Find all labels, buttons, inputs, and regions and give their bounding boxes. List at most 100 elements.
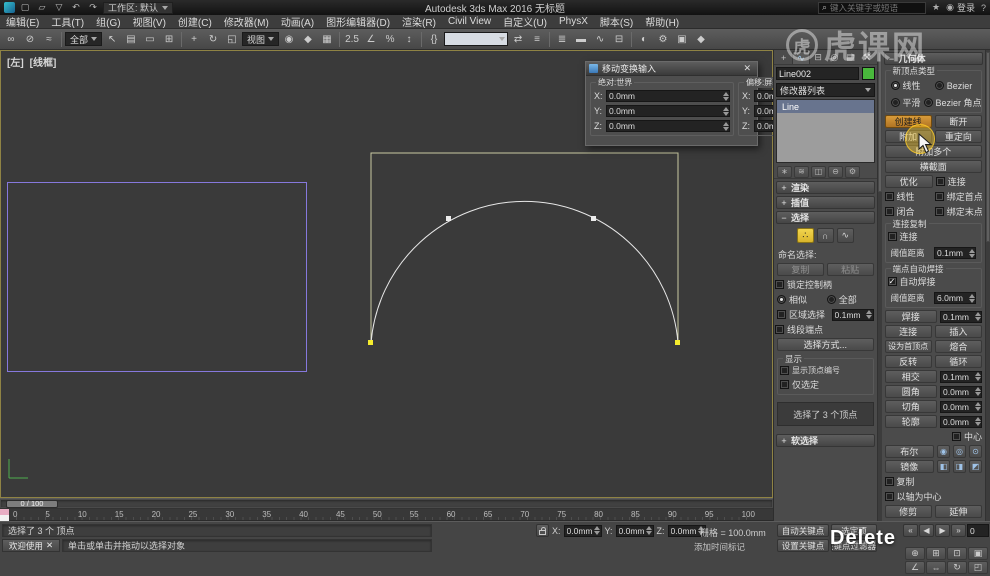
selection-lock-toggle[interactable] — [536, 524, 549, 537]
spinner-down-icon[interactable] — [974, 392, 981, 397]
tab-hierarchy[interactable]: ⊟ — [811, 51, 826, 64]
remove-modifier-icon[interactable]: ⊖ — [828, 165, 843, 178]
play-button[interactable]: ▶ — [935, 524, 950, 537]
bind-last-checkbox[interactable]: 绑定末点 — [934, 205, 982, 218]
go-to-start-button[interactable]: « — [903, 524, 918, 537]
mirror-icon[interactable]: ⇄ — [509, 31, 527, 48]
boolean-intersect-icon[interactable]: ⊙ — [969, 445, 983, 458]
open-file-icon[interactable]: ▱ — [35, 2, 49, 14]
spinner-down-icon[interactable] — [722, 111, 729, 116]
chamfer-button[interactable]: 切角 — [884, 400, 938, 413]
pin-stack-icon[interactable]: ∗ — [777, 165, 792, 178]
menu-item[interactable]: 组(G) — [90, 15, 126, 29]
copy-named-selection-button[interactable]: 复制 — [777, 263, 824, 276]
zoom-button[interactable]: ⊕ — [905, 547, 925, 560]
menu-item[interactable]: 渲染(R) — [396, 15, 442, 29]
dialog-title-bar[interactable]: 移动变换输入 ✕ — [586, 62, 757, 76]
spline-subobject-button[interactable]: ∿ — [836, 228, 854, 243]
layer-manager-icon[interactable]: ≣ — [553, 31, 571, 48]
select-and-link-icon[interactable]: ∞ — [2, 31, 20, 48]
boolean-union-icon[interactable]: ◉ — [937, 445, 951, 458]
scrollbar-thumb[interactable] — [986, 52, 990, 242]
spinner-down-icon[interactable] — [646, 531, 653, 536]
align-icon[interactable]: ≡ — [528, 31, 546, 48]
selected-only-checkbox[interactable]: 仅选定 — [780, 378, 871, 391]
search-input[interactable] — [830, 2, 923, 13]
new-file-icon[interactable]: ▢ — [18, 2, 32, 14]
show-end-result-icon[interactable]: ≋ — [794, 165, 809, 178]
edit-named-selection-sets-icon[interactable]: {} — [425, 31, 443, 48]
selection-filter-dropdown[interactable]: 全部 — [65, 32, 103, 46]
closed-checkbox[interactable]: 闭合 — [884, 205, 932, 218]
lock-handles-checkbox[interactable]: 锁定控制柄 — [775, 278, 876, 291]
named-selection-sets-dropdown[interactable] — [444, 32, 509, 46]
keyboard-shortcut-override-icon[interactable]: ▦ — [318, 31, 336, 48]
close-icon[interactable]: ✕ — [740, 63, 754, 74]
menu-item[interactable]: 编辑(E) — [0, 15, 45, 29]
rollout-selection[interactable]: − 选择 — [776, 211, 875, 224]
scrollbar-thumb[interactable] — [877, 52, 882, 192]
schematic-view-icon[interactable]: ⊟ — [610, 31, 628, 48]
mirror-vertical-icon[interactable]: ◨ — [953, 460, 967, 473]
maxscript-mini-listener[interactable] — [0, 509, 9, 521]
auto-weld-checkbox[interactable]: ✓ 自动焊接 — [887, 275, 980, 288]
spinner-down-icon[interactable] — [974, 422, 981, 427]
move-transform-typein-dialog[interactable]: 移动变换输入 ✕ 绝对:世界 X: Y: Z: 偏移:屏幕 X: Y: Z: — [585, 61, 882, 146]
use-pivot-center-icon[interactable]: ◉ — [280, 31, 298, 48]
trim-button[interactable]: 修剪 — [884, 505, 932, 518]
mirror-horizontal-icon[interactable]: ◧ — [937, 460, 951, 473]
mirror-copy-checkbox[interactable]: 复制 — [884, 475, 983, 488]
show-vertex-numbers-checkbox[interactable]: 显示顶点编号 — [780, 365, 871, 376]
select-by-button[interactable]: 选择方式... — [777, 338, 874, 351]
spinner-down-icon[interactable] — [974, 407, 981, 412]
spline-end-vertex[interactable] — [675, 340, 680, 345]
spinner-down-icon[interactable] — [974, 377, 981, 382]
unlink-selection-icon[interactable]: ⊘ — [21, 31, 39, 48]
window-crossing-icon[interactable]: ⊞ — [160, 31, 178, 48]
spinner-down-icon[interactable] — [968, 253, 975, 258]
menu-item[interactable]: 创建(C) — [172, 15, 218, 29]
spinner-down-icon[interactable] — [866, 315, 873, 320]
center-checkbox[interactable]: 中心 — [952, 430, 982, 443]
snaps-toggle-button[interactable]: 2.5 — [343, 31, 361, 48]
rollout-soft-selection[interactable]: + 软选择 — [776, 434, 875, 447]
rendered-frame-window-icon[interactable]: ▣ — [673, 31, 691, 48]
material-editor-icon[interactable]: ◐ — [635, 31, 653, 48]
tab-motion[interactable]: ◎ — [827, 51, 842, 64]
add-time-tag[interactable]: 添加时间标记 — [694, 541, 745, 553]
object-name-field[interactable] — [776, 67, 859, 80]
reverse-button[interactable]: 反转 — [884, 355, 932, 368]
spinner-snap-icon[interactable]: ↕ — [400, 31, 418, 48]
tab-create[interactable]: + — [776, 51, 791, 64]
cross-insert-button[interactable]: 相交 — [884, 370, 938, 383]
field-of-view-button[interactable]: ∠ — [905, 561, 925, 574]
viewport-view-label[interactable]: [左] — [7, 54, 24, 69]
spline-vertex[interactable] — [591, 216, 596, 221]
sign-in-button[interactable]: ◉ 登录 — [946, 1, 975, 14]
spinner-down-icon[interactable] — [974, 317, 981, 322]
bezier-corner-vertex-radio[interactable]: Bezier 角点 — [923, 96, 982, 109]
make-first-button[interactable]: 设为首顶点 — [884, 340, 932, 353]
rollout-geometry[interactable]: − 几何体 — [883, 52, 984, 65]
auto-key-button[interactable]: 自动关键点 — [777, 524, 829, 537]
tab-display[interactable]: ▤ — [843, 51, 858, 64]
named-selection-sets-input[interactable] — [447, 34, 498, 44]
absolute-x-field[interactable] — [606, 90, 730, 102]
help-search-box[interactable]: ⌕ — [817, 1, 927, 14]
select-and-rotate-icon[interactable]: ↻ — [204, 31, 222, 48]
fillet-button[interactable]: 圆角 — [884, 385, 938, 398]
menu-item[interactable]: PhysX — [553, 15, 594, 28]
spinner-down-icon[interactable] — [594, 531, 601, 536]
select-and-manipulate-icon[interactable]: ◆ — [299, 31, 317, 48]
break-button[interactable]: 断开 — [934, 115, 983, 128]
all-radio[interactable]: 全部 — [826, 293, 874, 306]
boolean-subtract-icon[interactable]: ◎ — [953, 445, 967, 458]
reorient-button[interactable]: 重定向 — [934, 130, 983, 143]
angle-snap-icon[interactable]: ∠ — [362, 31, 380, 48]
refine-connect-checkbox[interactable]: 连接 — [935, 175, 982, 188]
curve-editor-icon[interactable]: ∿ — [591, 31, 609, 48]
zoom-extents-button[interactable]: ⊡ — [947, 547, 967, 560]
absolute-y-field[interactable] — [606, 105, 730, 117]
render-setup-icon[interactable]: ⚙ — [654, 31, 672, 48]
select-by-name-icon[interactable]: ▤ — [122, 31, 140, 48]
